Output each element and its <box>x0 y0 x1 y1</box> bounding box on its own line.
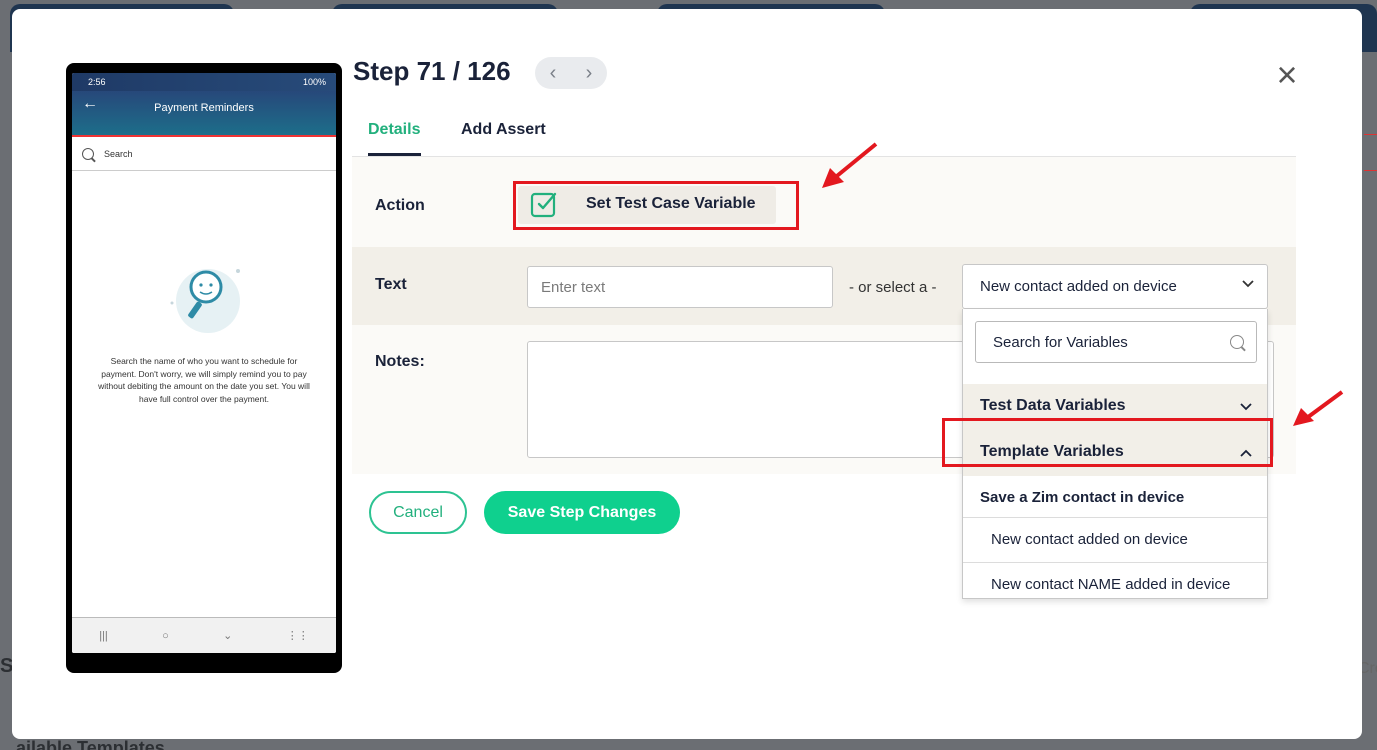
status-battery: 100% <box>302 77 326 87</box>
magnifier-illustration-icon <box>170 269 240 333</box>
device-app-title: Payment Reminders <box>154 102 254 114</box>
step-title: Step 71 / 126 <box>353 56 511 86</box>
template-variable-item[interactable]: New contact NAME added in device <box>963 576 1267 593</box>
background-divider <box>1364 170 1377 171</box>
highlight-box <box>942 418 1273 467</box>
device-app-header: ← Payment Reminders <box>72 91 336 137</box>
chevron-right-icon[interactable]: › <box>586 62 593 85</box>
chevron-down-icon <box>1240 403 1252 411</box>
text-label: Text <box>375 276 407 293</box>
step-pager: ‹ › <box>535 57 607 89</box>
home-icon: ○ <box>162 629 169 642</box>
divider <box>963 517 1267 518</box>
save-step-changes-button[interactable]: Save Step Changes <box>484 491 680 534</box>
device-preview: 2:56 100% ← Payment Reminders Search Sea… <box>66 63 342 673</box>
chevron-left-icon[interactable]: ‹ <box>550 62 557 85</box>
background-divider <box>1364 134 1377 135</box>
template-variable-item[interactable]: New contact added on device <box>963 531 1267 548</box>
back-chevron-icon: ⌄ <box>223 630 233 642</box>
variable-search-input[interactable]: Search for Variables <box>975 321 1257 363</box>
annotation-arrow-icon <box>1293 390 1344 426</box>
notes-label: Notes: <box>375 353 425 370</box>
divider <box>963 562 1267 563</box>
chevron-down-icon <box>1242 280 1254 288</box>
status-time: 2:56 <box>88 77 106 87</box>
highlight-box <box>513 181 799 230</box>
group-label: Test Data Variables <box>980 397 1126 414</box>
variable-search-placeholder: Search for Variables <box>993 334 1128 351</box>
device-status-bar: 2:56 100% <box>72 73 336 91</box>
tab-details[interactable]: Details <box>368 121 420 139</box>
text-input[interactable] <box>527 266 833 308</box>
device-screen: 2:56 100% ← Payment Reminders Search Sea… <box>72 73 336 653</box>
close-icon[interactable]: × <box>1272 57 1302 93</box>
back-arrow-icon: ← <box>82 95 98 112</box>
cancel-button[interactable]: Cancel <box>369 491 467 534</box>
tab-add-assert[interactable]: Add Assert <box>461 121 546 139</box>
action-label: Action <box>375 197 425 214</box>
search-icon <box>82 147 94 160</box>
device-nav-bar: ||| ○ ⌄ ⋮⋮ <box>72 617 336 653</box>
variable-select[interactable]: New contact added on device <box>962 264 1268 309</box>
or-select-label: - or select a - <box>849 279 937 296</box>
template-variable-item[interactable]: Save a Zim contact in device <box>963 489 1267 506</box>
keyboard-icon: ⋮⋮ <box>286 630 309 642</box>
background-section-title: ailable Templates <box>16 738 165 750</box>
device-empty-message: Search the name of who you want to sched… <box>98 356 310 404</box>
device-search-bar: Search <box>72 137 336 171</box>
device-search-placeholder: Search <box>104 148 133 159</box>
annotation-arrow-icon <box>822 142 878 188</box>
search-icon <box>1230 335 1244 349</box>
variable-select-value: New contact added on device <box>980 278 1177 295</box>
recent-apps-icon: ||| <box>99 629 108 642</box>
